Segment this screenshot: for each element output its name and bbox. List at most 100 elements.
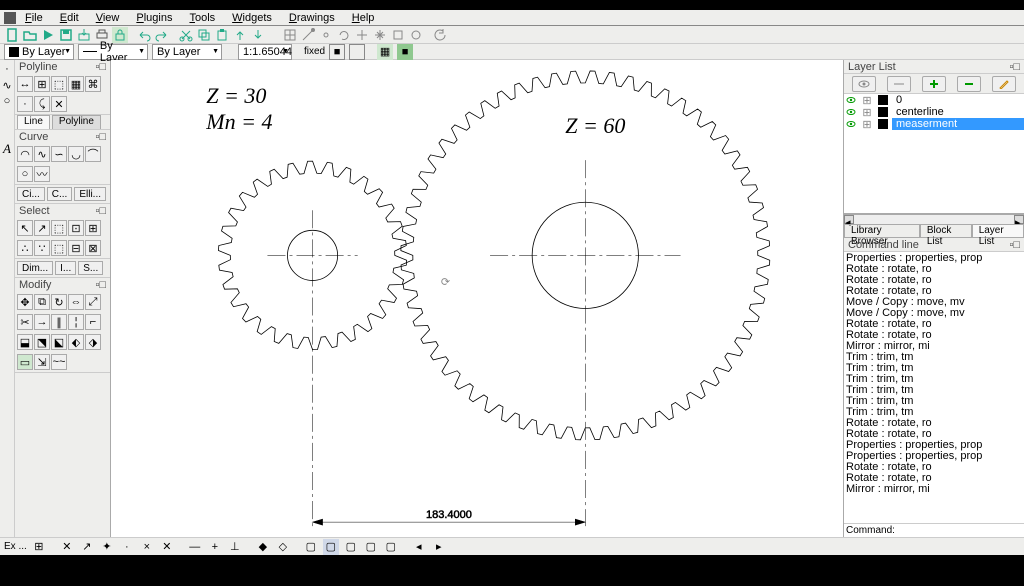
- curve4-icon[interactable]: ◡: [68, 146, 84, 162]
- ellipse-tab[interactable]: Elli...: [74, 187, 106, 201]
- polyline-zig-icon[interactable]: ⌘: [85, 76, 101, 92]
- sb-snap5-icon[interactable]: ×: [139, 539, 155, 555]
- fixed-check2[interactable]: [349, 44, 365, 60]
- polyline-box-icon[interactable]: ⊞: [34, 76, 50, 92]
- curve1-icon[interactable]: ◠: [17, 146, 33, 162]
- panel-controls-icon[interactable]: ▫□: [95, 279, 106, 291]
- sel8-icon[interactable]: ⬚: [51, 240, 67, 256]
- layer-remove-button[interactable]: [957, 76, 981, 92]
- menu-plugins[interactable]: Plugins: [128, 11, 180, 25]
- sb-grid-icon[interactable]: ⊞: [31, 539, 47, 555]
- layer-show-button[interactable]: [852, 76, 876, 92]
- mod-b1-icon[interactable]: ⬓: [17, 334, 33, 350]
- curve2-icon[interactable]: ∿: [34, 146, 50, 162]
- menu-help[interactable]: Help: [344, 11, 383, 25]
- block-list-tab[interactable]: Block List: [920, 224, 972, 237]
- mod-b4-icon[interactable]: ⬖: [68, 334, 84, 350]
- point-tool-icon[interactable]: ·: [0, 62, 14, 76]
- hatch2-button[interactable]: ■: [397, 44, 413, 60]
- sel5-icon[interactable]: ⊞: [85, 220, 101, 236]
- snap-endpoint-button[interactable]: [300, 27, 316, 43]
- polyline-tab[interactable]: Polyline: [52, 115, 101, 129]
- circle-tool-icon[interactable]: ○: [0, 94, 14, 108]
- scale-dropdown[interactable]: 1:1.65044: [238, 44, 292, 60]
- menu-view[interactable]: View: [88, 11, 128, 25]
- mod-rotate-icon[interactable]: ↻: [51, 294, 67, 310]
- sb-view1-icon[interactable]: ◆: [255, 539, 271, 555]
- sel10-icon[interactable]: ⊠: [85, 240, 101, 256]
- layer-edit-button[interactable]: [992, 76, 1016, 92]
- layer-list[interactable]: ⊞0⊞centerline⊞ measerment: [844, 94, 1024, 214]
- layer-hide-button[interactable]: [887, 76, 911, 92]
- refresh-button[interactable]: [432, 27, 448, 43]
- sel7-icon[interactable]: ∵: [34, 240, 50, 256]
- drawing-canvas[interactable]: .gear { fill: none; stroke: #000; stroke…: [111, 60, 844, 537]
- layer-row[interactable]: ⊞0: [844, 94, 1024, 106]
- sb-screen1-icon[interactable]: ▢: [303, 539, 319, 555]
- copy-button[interactable]: [196, 27, 212, 43]
- polyline-arc-icon[interactable]: ⤹: [34, 96, 50, 112]
- layer-name[interactable]: measerment: [892, 118, 1024, 130]
- save-button[interactable]: [58, 27, 74, 43]
- layer-list-scrollbar[interactable]: ◂▸: [844, 214, 1024, 224]
- mod-brk-icon[interactable]: ¦: [68, 314, 84, 330]
- menu-tools[interactable]: Tools: [181, 11, 223, 25]
- mod-d3-icon[interactable]: ~~: [51, 354, 67, 370]
- circle-tab[interactable]: Ci...: [17, 187, 45, 201]
- c-tab[interactable]: C...: [47, 187, 73, 201]
- run-button[interactable]: [40, 27, 56, 43]
- layer-name[interactable]: centerline: [892, 106, 1024, 118]
- sb-screen3-icon[interactable]: ▢: [343, 539, 359, 555]
- cut-button[interactable]: [178, 27, 194, 43]
- sb-snap4-icon[interactable]: ·: [119, 539, 135, 555]
- dim-tab[interactable]: Dim...: [17, 261, 53, 275]
- sb-next-icon[interactable]: ▸: [431, 539, 447, 555]
- grid-button[interactable]: [282, 27, 298, 43]
- polyline-cross-icon[interactable]: ✕: [51, 96, 67, 112]
- text-tool-icon[interactable]: A: [0, 142, 14, 156]
- panel-controls-icon[interactable]: ▫□: [95, 131, 106, 143]
- mod-d2-icon[interactable]: ⇲: [34, 354, 50, 370]
- zoom-down-button[interactable]: [250, 27, 266, 43]
- library-browser-tab[interactable]: Library Browser: [844, 224, 920, 237]
- sb-snap3-icon[interactable]: ✦: [99, 539, 115, 555]
- curve-circle-icon[interactable]: ○: [17, 166, 33, 182]
- mod-d1-icon[interactable]: ▭: [17, 354, 33, 370]
- menu-drawings[interactable]: Drawings: [281, 11, 343, 25]
- menu-edit[interactable]: Edit: [52, 11, 87, 25]
- sel9-icon[interactable]: ⊟: [68, 240, 84, 256]
- mod-b5-icon[interactable]: ⬗: [85, 334, 101, 350]
- linetype-dropdown[interactable]: By Layer: [78, 44, 148, 60]
- mod-mirror-icon[interactable]: ⇔: [68, 294, 84, 310]
- s-tab[interactable]: S...: [78, 261, 103, 275]
- sb-snap1-icon[interactable]: ✕: [59, 539, 75, 555]
- command-history[interactable]: Properties : properties, propRotate : ro…: [844, 252, 1024, 523]
- snap-midpoint-button[interactable]: [318, 27, 334, 43]
- fixed-check1[interactable]: ■: [329, 44, 345, 60]
- layer-color-icon[interactable]: [876, 95, 890, 105]
- sel4-icon[interactable]: ⊡: [68, 220, 84, 236]
- snap-rotate-button[interactable]: [336, 27, 352, 43]
- sel1-icon[interactable]: ↖: [17, 220, 33, 236]
- mod-b3-icon[interactable]: ⬕: [51, 334, 67, 350]
- layer-row[interactable]: ⊞centerline: [844, 106, 1024, 118]
- redo-button[interactable]: [154, 27, 170, 43]
- polyline-node-icon[interactable]: ⬚: [51, 76, 67, 92]
- sel2-icon[interactable]: ↗: [34, 220, 50, 236]
- sb-marker3-icon[interactable]: ⊥: [227, 539, 243, 555]
- panel-controls-icon[interactable]: ▫□: [1009, 239, 1020, 251]
- layer-add-button[interactable]: [922, 76, 946, 92]
- snap-pan-button[interactable]: [372, 27, 388, 43]
- sel3-icon[interactable]: ⬚: [51, 220, 67, 236]
- layer-visibility-icon[interactable]: [844, 119, 858, 129]
- layer-name[interactable]: 0: [892, 94, 1024, 106]
- sel6-icon[interactable]: ∴: [17, 240, 33, 256]
- layer-visibility-icon[interactable]: [844, 107, 858, 117]
- curve5-icon[interactable]: ⌒: [85, 146, 101, 162]
- sb-marker2-icon[interactable]: +: [207, 539, 223, 555]
- layer-freeze-icon[interactable]: ⊞: [860, 118, 874, 131]
- curve3-icon[interactable]: ∽: [51, 146, 67, 162]
- paste-button[interactable]: [214, 27, 230, 43]
- mod-move-icon[interactable]: ✥: [17, 294, 33, 310]
- polyline-pt-icon[interactable]: ·: [17, 96, 33, 112]
